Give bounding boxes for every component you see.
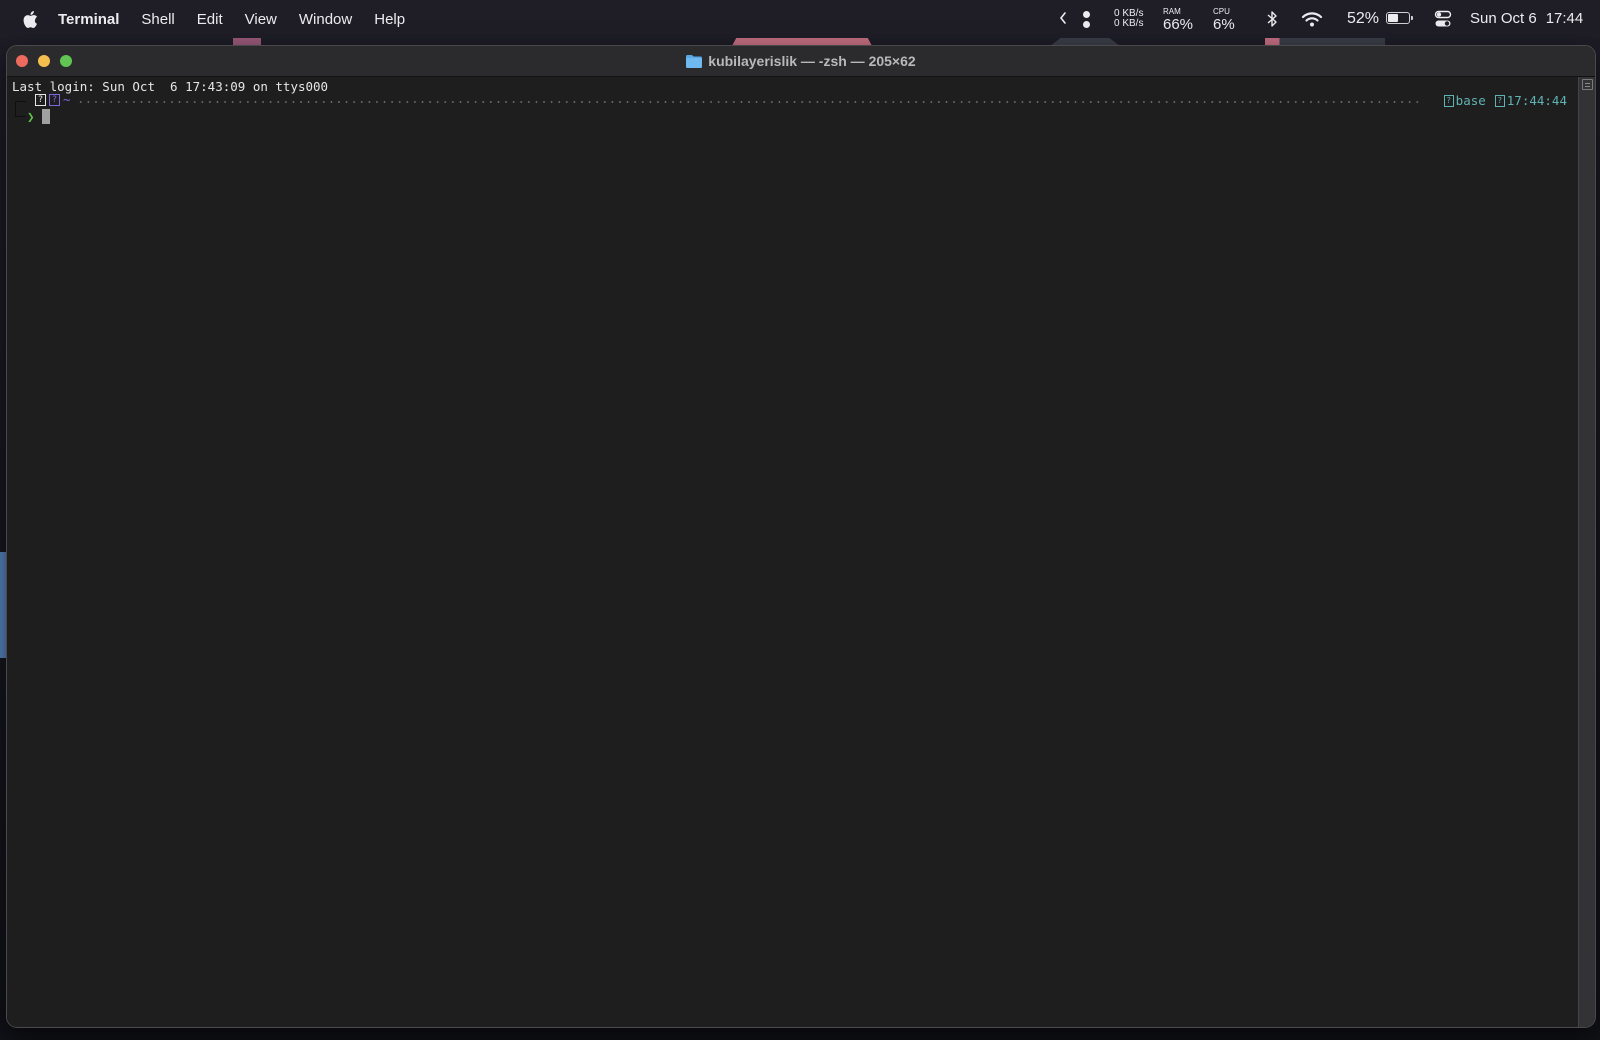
menu-shell[interactable]: Shell: [141, 11, 174, 28]
menu-help[interactable]: Help: [374, 11, 405, 28]
prompt-filler-dots: [77, 101, 1421, 103]
control-center-icon[interactable]: [1434, 10, 1452, 28]
ram-label: RAM: [1163, 7, 1181, 16]
folder-icon: [686, 54, 703, 68]
bluetooth-icon[interactable]: [1266, 10, 1278, 28]
clock-date: Sun Oct 6: [1470, 10, 1537, 27]
cpu-monitor[interactable]: CPU 6%: [1213, 7, 1235, 33]
conda-env-name: base: [1455, 93, 1486, 108]
menu-edit[interactable]: Edit: [197, 11, 223, 28]
battery-icon[interactable]: [1386, 12, 1413, 24]
clock-icon: ?: [1494, 94, 1505, 107]
window-title: kubilayerislik — -zsh — 205×62: [708, 53, 916, 69]
window-title-wrap: kubilayerislik — -zsh — 205×62: [7, 46, 1595, 76]
network-monitor[interactable]: 0 KB/s 0 KB/s: [1114, 9, 1143, 29]
clock-time: 17:44: [1545, 10, 1584, 27]
menu-view[interactable]: View: [245, 11, 277, 28]
apple-icon[interactable]: [22, 10, 38, 28]
dots-icon[interactable]: [1083, 11, 1091, 29]
chevron-left-icon[interactable]: [1057, 10, 1069, 26]
prompt-bracket: [15, 101, 26, 117]
ram-value: 66%: [1163, 16, 1194, 33]
terminal-output[interactable]: Last login: Sun Oct 6 17:43:09 on ttys00…: [7, 77, 1579, 1027]
last-login-line: Last login: Sun Oct 6 17:43:09 on ttys00…: [12, 79, 329, 94]
prompt-time: 17:44:44: [1506, 93, 1567, 108]
ram-monitor[interactable]: RAM 66%: [1163, 7, 1194, 33]
menu-clock[interactable]: Sun Oct 6 17:44: [1470, 10, 1583, 27]
directory-icon: ?: [49, 94, 60, 106]
menu-app-terminal[interactable]: Terminal: [58, 11, 119, 28]
cpu-value: 6%: [1213, 16, 1235, 33]
os-icon: ?: [35, 94, 46, 106]
prompt-chevron-icon: ❯: [27, 109, 35, 124]
terminal-window: kubilayerislik — -zsh — 205×62 Last logi…: [6, 45, 1596, 1028]
title-bar[interactable]: kubilayerislik — -zsh — 205×62: [7, 46, 1595, 77]
network-download: 0 KB/s: [1114, 18, 1144, 29]
scrollbar[interactable]: [1578, 77, 1595, 1027]
wifi-icon[interactable]: [1301, 11, 1323, 27]
text-cursor[interactable]: [42, 109, 50, 124]
battery-percent[interactable]: 52%: [1347, 10, 1379, 28]
menu-bar: Terminal Shell Edit View Window Help 0 K…: [0, 0, 1600, 38]
conda-env-icon: ?: [1443, 94, 1454, 107]
cpu-label: CPU: [1213, 7, 1230, 16]
menu-window[interactable]: Window: [299, 11, 352, 28]
right-prompt: ? base ? 17:44:44: [1443, 93, 1567, 108]
split-pane-icon[interactable]: [1582, 79, 1593, 90]
current-directory: ~: [63, 92, 71, 107]
